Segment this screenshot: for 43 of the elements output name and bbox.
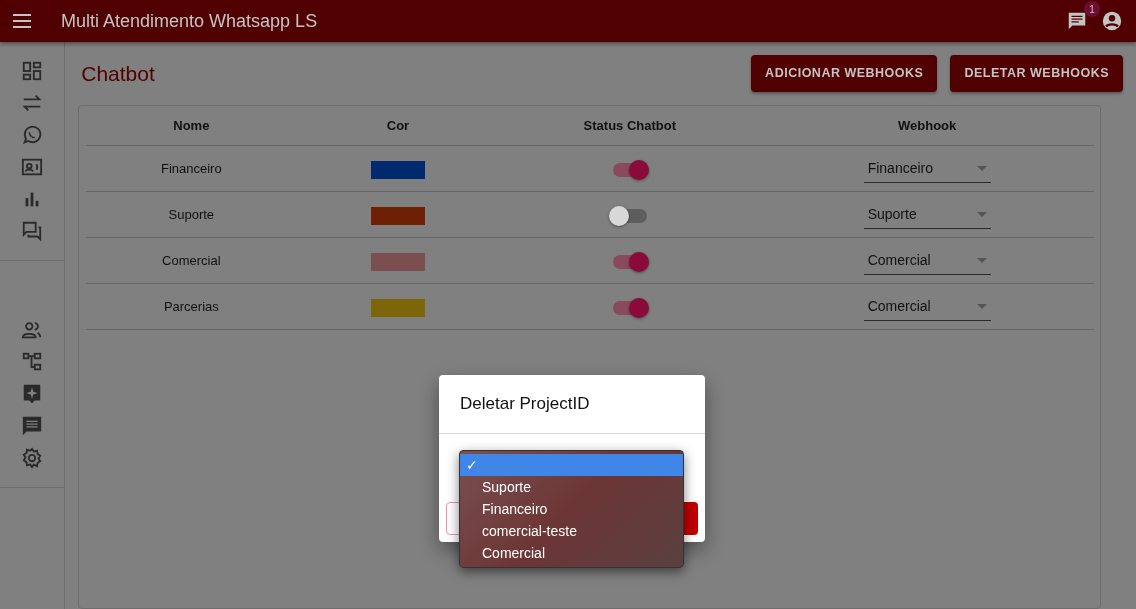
caret-icon bbox=[976, 211, 987, 217]
webhook-select[interactable]: Comercial bbox=[863, 246, 991, 275]
caret-icon bbox=[976, 257, 987, 263]
caret-icon bbox=[976, 165, 987, 171]
tree-structure-icon[interactable] bbox=[21, 351, 43, 373]
caret-icon bbox=[976, 303, 987, 309]
message-icon[interactable] bbox=[21, 415, 43, 437]
account-icon[interactable] bbox=[1101, 10, 1123, 32]
dropdown-option[interactable]: comercial-teste bbox=[460, 520, 683, 542]
swap-arrows-icon[interactable] bbox=[21, 92, 43, 114]
toggle-switch[interactable] bbox=[612, 254, 647, 269]
table-cell: Parcerias bbox=[163, 299, 219, 314]
column-header: Status Chatbot bbox=[583, 117, 677, 133]
settings-icon[interactable] bbox=[21, 447, 43, 469]
dialog-title: Deletar ProjectID bbox=[439, 375, 705, 435]
webhook-select[interactable]: Suporte bbox=[863, 200, 991, 229]
dropdown-option[interactable]: Financeiro bbox=[460, 498, 683, 520]
chat-bubbles-icon[interactable] bbox=[21, 220, 43, 242]
sparkle-message-icon[interactable] bbox=[21, 383, 43, 405]
webhook-select[interactable]: Financeiro bbox=[863, 154, 991, 183]
table-cell: Comercial bbox=[162, 253, 221, 268]
dropdown-option[interactable]: Comercial bbox=[460, 542, 683, 564]
column-header: Webhook bbox=[898, 117, 957, 133]
column-header: Cor bbox=[386, 117, 410, 133]
table-cell: Financeiro bbox=[161, 161, 222, 176]
page-title: Chatbot bbox=[81, 60, 155, 86]
notification-badge: 1 bbox=[1084, 1, 1100, 17]
app-title: Multi Atendimento Whatsapp LS bbox=[61, 9, 318, 33]
menu-icon[interactable] bbox=[13, 14, 31, 28]
dropdown-option[interactable]: Suporte bbox=[460, 476, 683, 498]
delete-webhooks-button[interactable]: DELETAR WEBHOOKS bbox=[950, 55, 1123, 92]
dropdown-option[interactable]: ✓ bbox=[460, 454, 683, 476]
toggle-switch[interactable] bbox=[612, 300, 647, 315]
people-icon[interactable] bbox=[21, 319, 43, 341]
webhook-select[interactable]: Comercial bbox=[863, 292, 991, 321]
contact-card-icon[interactable] bbox=[21, 156, 43, 178]
whatsapp-icon[interactable] bbox=[21, 124, 43, 146]
column-header: Nome bbox=[173, 117, 210, 133]
toggle-switch[interactable] bbox=[612, 162, 647, 177]
dashboard-icon[interactable] bbox=[21, 60, 43, 82]
table-cell: Suporte bbox=[168, 207, 215, 222]
toggle-switch[interactable] bbox=[612, 208, 647, 223]
add-webhooks-button[interactable]: ADICIONAR WEBHOOKS bbox=[751, 55, 938, 92]
